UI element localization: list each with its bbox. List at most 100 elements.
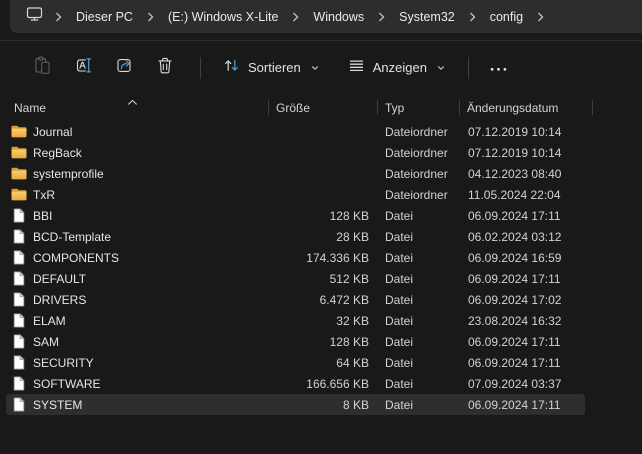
breadcrumb-item[interactable]: System32 — [392, 6, 462, 28]
folder-icon — [10, 125, 27, 138]
file-name: DRIVERS — [33, 292, 87, 307]
file-modified: 06.09.2024 17:11 — [468, 397, 561, 412]
file-name: RegBack — [33, 145, 82, 160]
paste-icon — [33, 56, 52, 80]
column-header-spacer — [592, 94, 642, 121]
file-size: 8 KB — [342, 397, 369, 412]
file-modified: 06.09.2024 17:11 — [468, 355, 561, 370]
file-name: BCD-Template — [33, 229, 112, 244]
file-type: Datei — [385, 355, 414, 370]
file-modified: 07.12.2019 10:14 — [468, 145, 562, 160]
table-row[interactable]: Journal Dateiordner 07.12.2019 10:14 — [0, 121, 642, 142]
file-icon — [10, 208, 27, 223]
chevron-down-icon — [436, 63, 446, 73]
file-type: Datei — [385, 397, 414, 412]
file-name: SECURITY — [33, 355, 94, 370]
file-size: 6.472 KB — [319, 292, 369, 307]
folder-icon — [10, 146, 27, 159]
table-row[interactable]: BBI 128 KB Datei 06.09.2024 17:11 — [0, 205, 642, 226]
address-bar-row: Dieser PC (E:) Windows X-Lite Windows Sy… — [0, 0, 642, 40]
table-row[interactable]: ELAM 32 KB Datei 23.08.2024 16:32 — [0, 310, 642, 331]
file-modified: 06.09.2024 17:11 — [468, 334, 561, 349]
sort-button-label: Sortieren — [248, 60, 301, 75]
table-row[interactable]: SOFTWARE 166.656 KB Datei 07.09.2024 03:… — [0, 373, 642, 394]
toolbar-divider — [467, 56, 469, 79]
file-name: COMPONENTS — [33, 250, 120, 265]
chevron-right-icon — [468, 11, 477, 23]
file-name: ELAM — [33, 313, 66, 328]
file-icon — [10, 271, 27, 286]
file-icon — [10, 229, 27, 244]
table-row[interactable]: DRIVERS 6.472 KB Datei 06.09.2024 17:02 — [0, 289, 642, 310]
sort-arrows-icon — [223, 57, 240, 79]
breadcrumb-item[interactable]: config — [483, 6, 530, 28]
paste-button[interactable] — [24, 51, 60, 85]
file-modified: 07.12.2019 10:14 — [468, 124, 562, 139]
file-icon — [10, 334, 27, 349]
column-header-size[interactable]: Größe — [268, 94, 377, 121]
table-row[interactable]: RegBack Dateiordner 07.12.2019 10:14 — [0, 142, 642, 163]
column-header-name[interactable]: Name — [0, 94, 268, 121]
chevron-right-icon — [146, 11, 155, 23]
folder-icon — [10, 167, 27, 180]
file-icon — [10, 355, 27, 370]
file-type: Datei — [385, 271, 414, 286]
this-pc-breadcrumb-button[interactable] — [20, 4, 48, 30]
table-row[interactable]: COMPONENTS 174.336 KB Datei 06.09.2024 1… — [0, 247, 642, 268]
file-size: 128 KB — [329, 334, 369, 349]
delete-button[interactable] — [147, 51, 183, 85]
breadcrumb-item[interactable]: Windows — [306, 6, 371, 28]
file-size: 28 KB — [336, 229, 369, 244]
chevron-right-icon — [291, 11, 300, 23]
chevron-right-icon — [377, 11, 386, 23]
command-toolbar: Sortieren Anzeigen — [0, 41, 642, 94]
file-type: Datei — [385, 208, 414, 223]
toolbar-divider — [200, 56, 201, 79]
view-button[interactable]: Anzeigen — [338, 51, 456, 85]
file-icon — [10, 397, 27, 412]
table-row[interactable]: TxR Dateiordner 11.05.2024 22:04 — [0, 184, 642, 205]
file-name: SOFTWARE — [33, 376, 101, 391]
breadcrumb-item[interactable]: (E:) Windows X-Lite — [161, 6, 285, 28]
table-row[interactable]: SAM 128 KB Datei 06.09.2024 17:11 — [0, 331, 642, 352]
file-type: Datei — [385, 229, 414, 244]
table-row[interactable]: SECURITY 64 KB Datei 06.09.2024 17:11 — [0, 352, 642, 373]
table-row[interactable]: systemprofile Dateiordner 04.12.2023 08:… — [0, 163, 642, 184]
file-name: SAM — [33, 334, 60, 349]
breadcrumb-item[interactable]: Dieser PC — [69, 6, 140, 28]
column-header-modified[interactable]: Änderungsdatum — [459, 94, 592, 121]
column-header-type[interactable]: Typ — [377, 94, 459, 121]
file-icon — [10, 376, 27, 391]
file-type: Dateiordner — [385, 124, 448, 139]
file-type: Datei — [385, 376, 414, 391]
file-modified: 23.08.2024 16:32 — [468, 313, 562, 328]
file-modified: 11.05.2024 22:04 — [468, 187, 561, 202]
more-options-button[interactable] — [481, 51, 517, 85]
file-name: TxR — [33, 187, 55, 202]
file-icon — [10, 292, 27, 307]
file-list: Journal Dateiordner 07.12.2019 10:14 Reg… — [0, 121, 642, 415]
file-modified: 06.09.2024 17:11 — [468, 208, 561, 223]
file-type: Datei — [385, 313, 414, 328]
table-row[interactable]: SYSTEM 8 KB Datei 06.09.2024 17:11 — [0, 394, 642, 415]
rename-button[interactable] — [65, 51, 101, 85]
file-modified: 06.09.2024 17:11 — [468, 271, 561, 286]
file-size: 64 KB — [336, 355, 369, 370]
file-size: 174.336 KB — [306, 250, 369, 265]
file-size: 512 KB — [329, 271, 369, 286]
file-size: 32 KB — [336, 313, 369, 328]
table-row[interactable]: BCD-Template 28 KB Datei 06.02.2024 03:1… — [0, 226, 642, 247]
rename-icon — [74, 56, 93, 80]
share-button[interactable] — [106, 51, 142, 85]
chevron-right-icon[interactable] — [536, 11, 545, 23]
file-name: SYSTEM — [33, 397, 83, 412]
more-icon — [490, 59, 507, 77]
file-size: 128 KB — [329, 208, 369, 223]
folder-icon — [10, 188, 27, 201]
sort-button[interactable]: Sortieren — [213, 51, 330, 85]
table-row[interactable]: DEFAULT 512 KB Datei 06.09.2024 17:11 — [0, 268, 642, 289]
file-name: Journal — [33, 124, 73, 139]
chevron-down-icon — [310, 63, 320, 73]
file-icon — [10, 250, 27, 265]
view-button-label: Anzeigen — [372, 60, 427, 75]
